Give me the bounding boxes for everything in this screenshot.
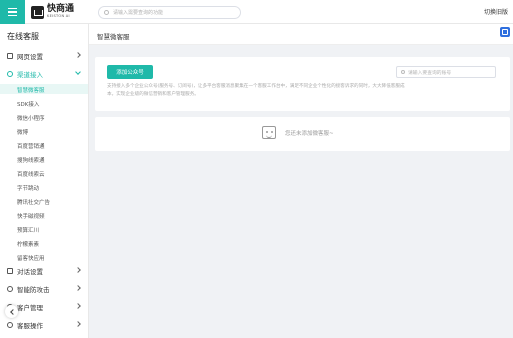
sidebar-title: 在线客服: [7, 32, 39, 41]
window-icon[interactable]: [500, 27, 510, 37]
search-icon: [401, 70, 405, 74]
sidebar-group-label: 智能防攻击: [17, 286, 50, 294]
sidebar-item-baidu-marketing[interactable]: 百度营销通: [17, 142, 45, 150]
top-bar: 快商通 KEISTON AI 请输入需要查询的功能 切换旧版: [0, 0, 513, 24]
sidebar-item-smart-wechat-service[interactable]: 智慧微客服: [17, 86, 45, 94]
sidebar-group-customer-management[interactable]: 客户管理: [7, 302, 85, 312]
empty-state-card: 您还未添加微客服~: [95, 117, 510, 151]
search-placeholder: 请输入需要查询的功能: [113, 10, 164, 16]
empty-state-text: 您还未添加微客服~: [285, 131, 334, 137]
sidebar-group-label: 渠道接入: [17, 71, 43, 79]
sidebar-item-huichuan[interactable]: 预算汇川: [17, 226, 39, 234]
search-icon: [104, 10, 109, 15]
global-search-input[interactable]: 请输入需要查询的功能: [98, 6, 241, 19]
sidebar-item-kuaishou[interactable]: 快手磁视频: [17, 212, 45, 220]
sidebar-item-baidu-leads-cloud[interactable]: 百度线索云: [17, 170, 45, 178]
sidebar-item-sogou-leads[interactable]: 搜狗线索通: [17, 156, 45, 164]
account-search-input[interactable]: 请输入要查询的账号: [396, 66, 496, 78]
dialog-icon: [7, 268, 13, 274]
menu-toggle-button[interactable]: [0, 0, 25, 24]
sidebar-item-quick-app[interactable]: 留客快应用: [17, 254, 45, 262]
sidebar-group-label: 网页设置: [17, 53, 43, 61]
chevron-right-icon: [75, 285, 81, 291]
chevron-right-icon: [75, 303, 81, 309]
collapse-sidebar-button[interactable]: [5, 305, 18, 318]
chevron-right-icon: [75, 52, 81, 58]
logo: 快商通 KEISTON AI: [31, 3, 74, 21]
sidebar-group-label: 客服操作: [17, 322, 43, 330]
sidebar-item-lemon[interactable]: 柠檬素素: [17, 240, 39, 248]
sidebar-item-bytedance[interactable]: 字节跳动: [17, 184, 39, 192]
account-toolbar-card: 添加公众号 请输入要查询的账号 支持接入多个企业公众号(服务号、订阅号)，让多平…: [95, 57, 510, 111]
sidebar-item-tencent-ads[interactable]: 腾讯社交广告: [17, 198, 50, 206]
sidebar-group-label: 对话设置: [17, 268, 43, 276]
sidebar-group-page-settings[interactable]: 网页设置: [7, 51, 85, 61]
chevron-right-icon: [75, 321, 81, 327]
sidebar-item-mini-program[interactable]: 微信小程序: [17, 114, 45, 122]
agent-icon: [7, 322, 13, 328]
sidebar-group-channel-access[interactable]: 渠道接入: [7, 69, 85, 79]
sidebar-item-weibo[interactable]: 微博: [17, 128, 28, 136]
sidebar-group-label: 客户管理: [17, 304, 43, 312]
empty-box-icon: [262, 126, 276, 139]
sidebar-group-dialog-settings[interactable]: 对话设置: [7, 266, 85, 276]
logo-title: 快商通: [47, 4, 75, 15]
sidebar: 在线客服 网页设置 渠道接入 智慧微客服 SDK接入 微信小程序 微博 百度营销…: [0, 24, 89, 338]
page-icon: [7, 53, 13, 59]
page-header: 智慧微客服: [89, 24, 513, 45]
add-official-account-button[interactable]: 添加公众号: [107, 65, 153, 79]
sidebar-item-sdk[interactable]: SDK接入: [17, 100, 39, 108]
switch-old-version-link[interactable]: 切换旧版: [484, 7, 508, 16]
sidebar-group-anti-attack[interactable]: 智能防攻击: [7, 284, 85, 294]
description-text: 支持接入多个企业公众号(服务号、订阅号)，让多平台客服消息聚集在一个客服工作台中…: [107, 84, 405, 97]
logo-icon: [31, 5, 44, 19]
logo-subtitle: KEISTON AI: [47, 14, 70, 19]
chevron-right-icon: [75, 267, 81, 273]
sidebar-group-agent-operations[interactable]: 客服操作: [7, 320, 85, 330]
channel-icon: [7, 71, 13, 77]
shield-icon: [7, 286, 13, 292]
page-title: 智慧微客服: [97, 33, 130, 41]
account-search-placeholder: 请输入要查询的账号: [408, 70, 452, 76]
chevron-down-icon: [75, 69, 81, 75]
